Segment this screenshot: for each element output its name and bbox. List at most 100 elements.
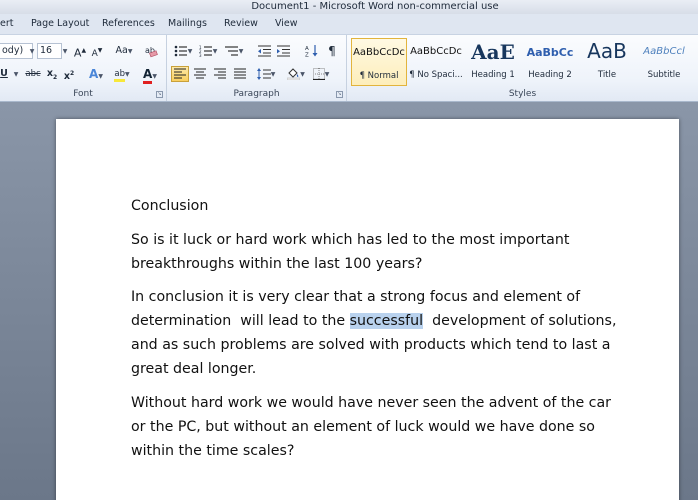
style-normal[interactable]: AaBbCcDc ¶ Normal (351, 38, 407, 86)
doc-line: breakthroughs within the last 100 years? (131, 256, 423, 272)
doc-text-before: determination will lead to the (131, 313, 350, 329)
style-name-heading-2: Heading 2 (528, 70, 572, 80)
line-spacing-button[interactable]: ▼ (255, 66, 277, 82)
highlighter-icon: ab (114, 69, 125, 82)
window-title: Document1 - Microsoft Word non-commercia… (251, 1, 499, 12)
sort-button[interactable]: A Z (303, 43, 319, 59)
font-group: ody) ▼ 16 ▼ A▲ A▼ Aa▼ ab U ▼ abc x2 x2 A… (0, 35, 167, 101)
style-sample-normal: AaBbCcDc (353, 47, 405, 58)
underline-button[interactable]: U (0, 66, 9, 82)
document-page[interactable]: Conclusion So is it luck or hard work wh… (56, 119, 679, 500)
doc-line: Without hard work we would have never se… (131, 395, 612, 411)
superscript-button[interactable]: x2 (62, 66, 76, 82)
doc-text-after: development of solutions, (423, 313, 617, 329)
shading-button[interactable]: ▼ (285, 66, 307, 82)
pilcrow-icon: ¶ (328, 44, 336, 58)
tab-mailings[interactable]: Mailings (168, 18, 207, 29)
line-spacing-icon (256, 67, 271, 80)
font-name-value: ody) (2, 45, 24, 56)
align-left-icon (174, 68, 186, 79)
svg-text:A: A (305, 46, 309, 52)
paragraph-group: ▼ 123 ▼ ▼ A Z ¶ ▼ ▼ ▼ Paragraph ↘ (167, 35, 347, 101)
doc-line: within the time scales? (131, 443, 295, 459)
style-no-spacing[interactable]: AaBbCcDc ¶ No Spaci... (408, 38, 464, 86)
borders-button[interactable]: ▼ (310, 66, 332, 82)
title-bar: Document1 - Microsoft Word non-commercia… (0, 0, 698, 14)
chevron-down-icon: ▼ (29, 48, 35, 55)
style-heading-1[interactable]: AaE Heading 1 (465, 38, 521, 86)
tab-view[interactable]: View (275, 18, 298, 29)
tab-page-layout[interactable]: Page Layout (31, 18, 89, 29)
show-formatting-marks-button[interactable]: ¶ (325, 43, 339, 59)
strikethrough-icon: abc (25, 69, 41, 79)
justify-icon (234, 68, 246, 79)
document-area: Conclusion So is it luck or hard work wh… (0, 102, 698, 500)
clear-formatting-icon: ab (145, 46, 158, 57)
increase-indent-icon (276, 45, 290, 56)
style-sample-subtitle: AaBbCcl (643, 46, 685, 57)
shrink-font-button[interactable]: A▼ (90, 43, 104, 59)
font-color-icon: A (143, 67, 153, 84)
dialog-launcher-icon[interactable]: ↘ (156, 91, 163, 98)
font-size-box[interactable]: 16 (37, 43, 62, 59)
style-name-heading-1: Heading 1 (471, 70, 515, 80)
sort-icon: A Z (305, 45, 317, 59)
svg-text:Z: Z (305, 53, 309, 58)
bullets-icon (174, 45, 187, 56)
decrease-indent-button[interactable] (256, 43, 272, 59)
align-left-button[interactable] (171, 66, 189, 82)
numbering-button[interactable]: 123 ▼ (197, 43, 219, 59)
font-color-button[interactable]: A▼ (138, 66, 162, 84)
subscript-button[interactable]: x2 (45, 66, 59, 82)
align-center-button[interactable] (191, 66, 209, 82)
numbering-icon: 123 (199, 45, 212, 58)
text-effects-icon: A (89, 67, 99, 81)
multilevel-list-button[interactable]: ▼ (223, 43, 245, 59)
decrease-indent-icon (257, 45, 271, 56)
font-size-dropdown[interactable]: ▼ (61, 43, 69, 59)
strikethrough-button[interactable]: abc (24, 66, 42, 82)
ribbon: ody) ▼ 16 ▼ A▲ A▼ Aa▼ ab U ▼ abc x2 x2 A… (0, 34, 698, 102)
grow-font-button[interactable]: A▲ (73, 43, 87, 60)
styles-group: AaBbCcDc ¶ Normal AaBbCcDc ¶ No Spaci...… (347, 35, 698, 101)
style-name-normal: ¶ Normal (359, 71, 399, 81)
font-name-dropdown[interactable]: ▼ (28, 43, 36, 59)
doc-line: great deal longer. (131, 361, 257, 377)
style-name-no-spacing: ¶ No Spaci... (409, 70, 463, 80)
ribbon-tabs: ert Page Layout References Mailings Revi… (0, 14, 698, 34)
doc-line: So is it luck or hard work which has led… (131, 232, 570, 248)
doc-line: determination will lead to the successfu… (131, 309, 616, 333)
dialog-launcher-icon[interactable]: ↘ (336, 91, 343, 98)
tab-references[interactable]: References (102, 18, 155, 29)
doc-line: In conclusion it is very clear that a st… (131, 289, 581, 305)
align-center-icon (194, 68, 206, 79)
chevron-down-icon: ▼ (13, 71, 19, 78)
style-sample-no-spacing: AaBbCcDc (410, 46, 462, 57)
style-name-title: Title (597, 70, 617, 80)
svg-text:3: 3 (199, 53, 202, 57)
text-effects-button[interactable]: A▼ (86, 66, 106, 82)
paint-bucket-icon (286, 68, 301, 81)
doc-paragraph-1: So is it luck or hard work which has led… (131, 228, 569, 276)
justify-button[interactable] (231, 66, 249, 82)
style-subtitle[interactable]: AaBbCcl Subtitle (636, 38, 692, 86)
selected-text[interactable]: successful (349, 313, 424, 329)
tab-review[interactable]: Review (224, 18, 258, 29)
align-right-button[interactable] (211, 66, 229, 82)
doc-heading: Conclusion (131, 198, 209, 214)
style-name-subtitle: Subtitle (647, 70, 681, 80)
borders-icon (312, 67, 325, 80)
change-case-icon: Aa (115, 45, 128, 56)
change-case-button[interactable]: Aa▼ (113, 43, 135, 59)
highlight-button[interactable]: ab▼ (110, 66, 134, 82)
underline-dropdown[interactable]: ▼ (12, 66, 20, 82)
clear-formatting-button[interactable]: ab (144, 43, 160, 59)
doc-paragraph-2: In conclusion it is very clear that a st… (131, 285, 616, 381)
increase-indent-button[interactable] (275, 43, 291, 59)
tab-insert[interactable]: ert (0, 18, 13, 29)
style-title[interactable]: AaB Title (579, 38, 635, 86)
doc-line: or the PC, but without an element of luc… (131, 419, 595, 435)
style-heading-2[interactable]: AaBbCc Heading 2 (522, 38, 578, 86)
bullets-button[interactable]: ▼ (172, 43, 194, 59)
doc-paragraph-3: Without hard work we would have never se… (131, 391, 611, 463)
